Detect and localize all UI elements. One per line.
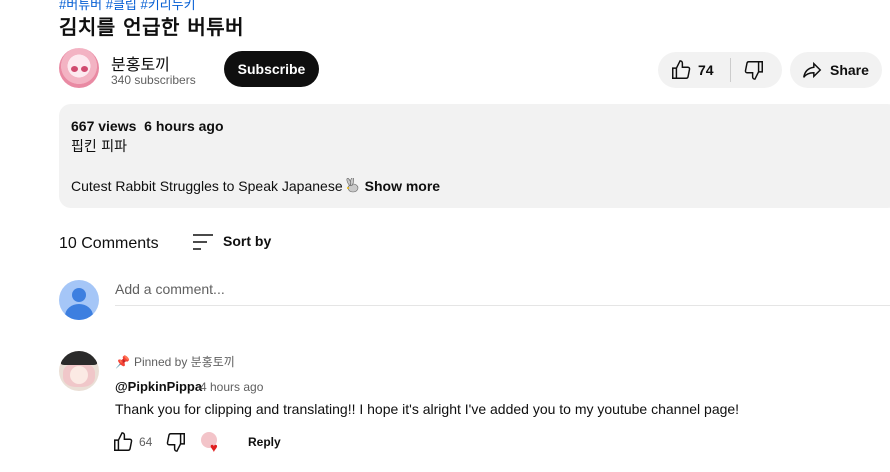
pinned-label: Pinned by 분홍토끼 — [133, 355, 235, 369]
thumbs-up-icon — [114, 432, 133, 451]
sort-by-button[interactable]: Sort by — [192, 230, 292, 254]
description-line: 핍킨 피파 — [71, 139, 127, 155]
thumbs-down-icon — [744, 61, 763, 80]
creator-heart-badge: ♥ — [201, 432, 225, 454]
comment-text: Thank you for clipping and translating!!… — [115, 401, 740, 417]
avatar-eye-right — [81, 66, 88, 72]
description-line: Cutest Rabbit Struggles to Speak Japanes… — [71, 178, 440, 194]
avatar-head — [72, 288, 86, 302]
thumbs-down-icon — [166, 433, 185, 452]
share-button[interactable]: Share — [790, 52, 882, 88]
pin-icon: 📌 — [115, 355, 130, 369]
channel-name[interactable]: 분홍토끼 — [111, 51, 170, 75]
sort-by-label: Sort by — [223, 233, 272, 249]
comment-time[interactable]: 4 hours ago — [200, 380, 263, 394]
comment-author[interactable]: @PipkinPippa — [115, 379, 202, 394]
video-title: 김치를 언급한 버튜버 — [59, 15, 245, 39]
avatar-hat — [61, 351, 97, 365]
view-count-date: 667 views 6 hours ago — [71, 118, 224, 134]
channel-avatar[interactable] — [59, 48, 99, 88]
like-button[interactable]: 74 — [658, 52, 730, 88]
dislike-button[interactable] — [731, 52, 781, 88]
comments-count: 10 Comments — [59, 235, 159, 252]
avatar-eye-left — [71, 66, 78, 72]
add-comment-placeholder: Add a comment... — [115, 281, 225, 297]
heart-icon: ♥ — [210, 440, 218, 455]
pinned-badge: 📌 Pinned by 분홍토끼 — [115, 353, 235, 370]
thumbs-up-icon — [672, 60, 691, 79]
rabbit-emoji-icon — [346, 178, 358, 193]
share-label: Share — [830, 62, 869, 78]
commenter-avatar[interactable] — [59, 351, 99, 391]
like-count: 74 — [698, 62, 714, 78]
description-box[interactable]: 667 views 6 hours ago 핍킨 피파 Cutest Rabbi… — [59, 104, 890, 208]
share-arrow-icon — [803, 61, 822, 79]
subscriber-count: 340 subscribers — [111, 73, 196, 87]
comment-like-count: 64 — [139, 435, 153, 449]
current-user-avatar — [59, 280, 99, 320]
sort-icon — [193, 234, 213, 250]
subscribe-button[interactable]: Subscribe — [224, 51, 319, 87]
add-comment-input[interactable]: Add a comment... — [115, 281, 890, 306]
comment-like-button[interactable] — [112, 431, 134, 453]
show-more-button[interactable]: Show more — [365, 178, 440, 194]
avatar-body — [65, 304, 93, 320]
comment-dislike-button[interactable] — [165, 431, 187, 453]
avatar-face — [70, 366, 88, 384]
reply-button[interactable]: Reply — [248, 435, 281, 449]
description-text: Cutest Rabbit Struggles to Speak Japanes… — [71, 178, 343, 194]
like-dislike-group: 74 — [658, 52, 782, 88]
